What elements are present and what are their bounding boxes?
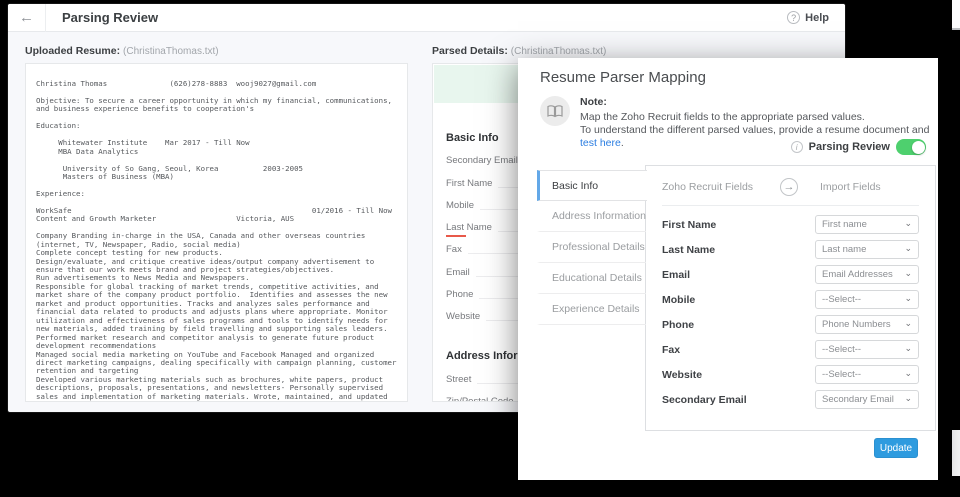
resume-parser-mapping-dialog: Resume Parser Mapping Note: Map the Zoho… (518, 58, 938, 480)
help-icon: ? (787, 11, 800, 24)
parsing-review-toggle-row: i Parsing Review (791, 139, 926, 155)
uploaded-resume-heading: Uploaded Resume: (ChristinaThomas.txt) (25, 45, 219, 57)
zoho-field-label: First Name (662, 219, 716, 231)
import-field-value: Email Addresses (822, 269, 893, 280)
mapping-row: Mobile --Select-- ⌄ (662, 287, 919, 312)
mapping-tab-label: Professional Details (552, 241, 645, 253)
mapping-row: Fax --Select-- ⌄ (662, 337, 919, 362)
mapping-tab-label: Experience Details (552, 303, 640, 315)
mapping-tab-list: Basic Info Address Information Professio… (537, 170, 647, 325)
top-bar: ← Parsing Review ? Help (8, 4, 845, 32)
zoho-field-label: Mobile (662, 294, 695, 306)
mapping-row: Secondary Email Secondary Email ⌄ (662, 387, 919, 412)
zoho-field-label: Website (662, 369, 702, 381)
zoho-field-label: Fax (662, 344, 680, 356)
mapping-tab[interactable]: Basic Info (537, 170, 647, 201)
help-label: Help (805, 12, 829, 24)
parsed-details-heading: Parsed Details: (ChristinaThomas.txt) (432, 45, 606, 57)
parsed-details-label: Parsed Details: (432, 45, 508, 57)
parsed-field-label: Last Name (446, 222, 492, 237)
parsing-review-toggle-label: Parsing Review (809, 141, 890, 153)
import-field-select[interactable]: Phone Numbers ⌄ (815, 315, 919, 334)
update-button[interactable]: Update (874, 438, 918, 458)
mapping-tab-label: Basic Info (552, 180, 598, 192)
mapping-tab-label: Educational Details (552, 272, 642, 284)
import-field-value: First name (822, 219, 867, 230)
test-here-link[interactable]: test here (580, 137, 621, 149)
import-field-value: --Select-- (822, 294, 861, 305)
import-field-select[interactable]: --Select-- ⌄ (815, 340, 919, 359)
parsed-field-label: Secondary Email (446, 155, 518, 170)
note-line1: Map the Zoho Recruit fields to the appro… (580, 111, 865, 123)
chevron-down-icon: ⌄ (904, 393, 912, 404)
open-book-icon (540, 96, 570, 126)
background-window-edge-top (952, 0, 960, 30)
import-field-value: --Select-- (822, 344, 861, 355)
chevron-down-icon: ⌄ (904, 218, 912, 229)
resume-text: Christina Thomas (626)278-8883 wooj9027@… (26, 64, 407, 402)
page-title: Parsing Review (46, 10, 158, 25)
mapping-tab-label: Address Information (552, 210, 646, 222)
parsed-field-label: First Name (446, 178, 492, 193)
field-mapping-box: Zoho Recruit Fields → Import Fields Firs… (645, 165, 936, 431)
zoho-field-label: Email (662, 269, 690, 281)
mapping-tab[interactable]: Address Information (537, 201, 646, 232)
chevron-down-icon: ⌄ (904, 243, 912, 254)
chevron-down-icon: ⌄ (904, 293, 912, 304)
parsed-field-label: Street (446, 374, 471, 389)
screen: ← Parsing Review ? Help Uploaded Resume:… (0, 0, 960, 497)
import-field-select[interactable]: Last name ⌄ (815, 240, 919, 259)
chevron-down-icon: ⌄ (904, 343, 912, 354)
uploaded-resume-filename: (ChristinaThomas.txt) (123, 46, 219, 57)
mapping-tab[interactable]: Experience Details (537, 294, 646, 325)
parsed-field-label: Mobile (446, 200, 474, 215)
parsed-field-label: Fax (446, 244, 462, 259)
import-field-value: Phone Numbers (822, 319, 891, 330)
note-line2: To understand the different parsed value… (580, 124, 929, 136)
import-field-select[interactable]: Secondary Email ⌄ (815, 390, 919, 409)
chevron-down-icon: ⌄ (904, 268, 912, 279)
import-fields-column-header: Import Fields (820, 181, 881, 193)
mapping-row: Website --Select-- ⌄ (662, 362, 919, 387)
mapping-row: First Name First name ⌄ (662, 212, 919, 237)
arrow-right-icon: → (780, 178, 798, 196)
zoho-field-label: Phone (662, 319, 694, 331)
dialog-title: Resume Parser Mapping (540, 69, 706, 86)
mapping-row-list: First Name First name ⌄ Last Name Last n… (646, 208, 935, 412)
import-field-select[interactable]: --Select-- ⌄ (815, 290, 919, 309)
uploaded-resume-label: Uploaded Resume: (25, 45, 120, 57)
mapping-row: Last Name Last name ⌄ (662, 237, 919, 262)
mapping-row: Phone Phone Numbers ⌄ (662, 312, 919, 337)
mapping-tab[interactable]: Educational Details (537, 263, 646, 294)
import-field-select[interactable]: Email Addresses ⌄ (815, 265, 919, 284)
divider (662, 205, 919, 206)
parsing-review-toggle[interactable] (896, 139, 926, 155)
import-field-value: --Select-- (822, 369, 861, 380)
uploaded-resume-panel[interactable]: Christina Thomas (626)278-8883 wooj9027@… (25, 63, 408, 402)
note-line2-end: . (621, 137, 624, 149)
import-field-select[interactable]: First name ⌄ (815, 215, 919, 234)
back-arrow-icon[interactable]: ← (8, 4, 46, 32)
zoho-field-label: Last Name (662, 244, 715, 256)
parsed-details-filename: (ChristinaThomas.txt) (511, 46, 607, 57)
import-field-value: Secondary Email (822, 394, 894, 405)
parsed-field-label: Phone (446, 289, 473, 304)
zoho-fields-column-header: Zoho Recruit Fields (662, 181, 780, 193)
parsed-field-label: Email (446, 267, 470, 282)
import-field-value: Last name (822, 244, 866, 255)
mapping-columns-header: Zoho Recruit Fields → Import Fields (646, 166, 935, 205)
parsed-field-label: Website (446, 311, 480, 326)
parsed-field-label: Zip/Postal Code (446, 396, 514, 402)
mapping-tab[interactable]: Professional Details (537, 232, 646, 263)
zoho-field-label: Secondary Email (662, 394, 747, 406)
help-button[interactable]: ? Help (787, 11, 845, 24)
info-icon: i (791, 141, 803, 153)
note-label: Note: (580, 96, 938, 109)
chevron-down-icon: ⌄ (904, 318, 912, 329)
import-field-select[interactable]: --Select-- ⌄ (815, 365, 919, 384)
chevron-down-icon: ⌄ (904, 368, 912, 379)
mapping-row: Email Email Addresses ⌄ (662, 262, 919, 287)
background-window-edge-bottom (952, 430, 960, 476)
